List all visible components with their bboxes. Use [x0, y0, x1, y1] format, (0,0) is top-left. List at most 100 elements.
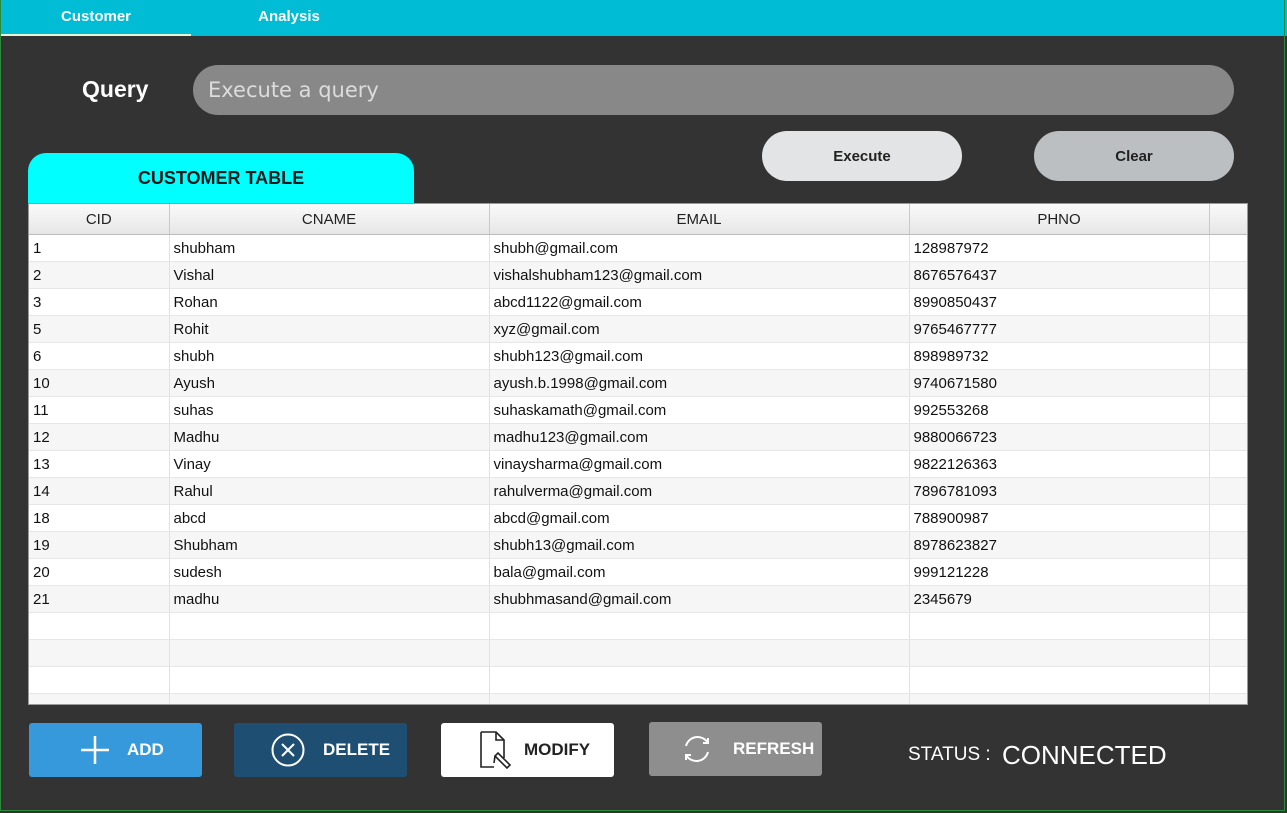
table-row[interactable]: 3 Rohan abcd1122@gmail.com 8990850437 [29, 288, 1247, 316]
column-header-cname[interactable]: CNAME [169, 204, 490, 235]
cell-filler [1209, 558, 1247, 586]
cell-cname: sudesh [169, 558, 490, 586]
cell-cname: Rohan [169, 288, 490, 316]
cell-filler [1209, 423, 1247, 451]
cell-email: shubhmasand@gmail.com [489, 585, 910, 613]
cell-cname: Rahul [169, 477, 490, 505]
table-row[interactable]: 5 Rohit xyz@gmail.com 9765467777 [29, 315, 1247, 343]
cell-email: rahulverma@gmail.com [489, 477, 910, 505]
cell-filler [1209, 504, 1247, 532]
cell-phno: 9765467777 [909, 315, 1210, 343]
table-row[interactable]: 19 Shubham shubh13@gmail.com 8978623827 [29, 531, 1247, 559]
table-row[interactable]: 1 shubham shubh@gmail.com 128987972 [29, 234, 1247, 262]
cell-filler [1209, 450, 1247, 478]
table-row-empty[interactable] [29, 666, 1247, 694]
delete-button[interactable]: DELETE [234, 723, 407, 777]
status-label: STATUS : [908, 744, 991, 765]
cell-cname [169, 693, 490, 704]
delete-button-label: DELETE [323, 740, 391, 759]
refresh-button-label: REFRESH [733, 739, 815, 758]
column-header-phno[interactable]: PHNO [909, 204, 1210, 235]
cell-email [489, 612, 910, 640]
cell-cid: 18 [29, 504, 170, 532]
status-value: CONNECTED [1002, 740, 1167, 770]
cell-phno: 992553268 [909, 396, 1210, 424]
table-row-empty[interactable] [29, 612, 1247, 640]
cell-cname: shubh [169, 342, 490, 370]
cell-cname: Shubham [169, 531, 490, 559]
cell-cid: 10 [29, 369, 170, 397]
table-row[interactable]: 11 suhas suhaskamath@gmail.com 992553268 [29, 396, 1247, 424]
table-row[interactable]: 6 shubh shubh123@gmail.com 898989732 [29, 342, 1247, 370]
cell-email: madhu123@gmail.com [489, 423, 910, 451]
document-edit-icon [478, 730, 512, 770]
column-header-filler [1209, 204, 1247, 235]
cell-cid [29, 639, 170, 667]
column-header-email[interactable]: EMAIL [489, 204, 910, 235]
refresh-icon [680, 732, 714, 766]
cell-phno: 128987972 [909, 234, 1210, 262]
cell-filler [1209, 585, 1247, 613]
cell-email: suhaskamath@gmail.com [489, 396, 910, 424]
table-row[interactable]: 12 Madhu madhu123@gmail.com 9880066723 [29, 423, 1247, 451]
table-header-row: CID CNAME EMAIL PHNO [29, 204, 1247, 235]
customer-table[interactable]: CID CNAME EMAIL PHNO 1 shubham shubh@gmail… [28, 203, 1248, 705]
query-input[interactable] [193, 65, 1234, 115]
table-row[interactable]: 14 Rahul rahulverma@gmail.com 7896781093 [29, 477, 1247, 505]
cell-filler [1209, 666, 1247, 694]
cell-cid: 14 [29, 477, 170, 505]
add-button[interactable]: ADD [29, 723, 202, 777]
cell-cid [29, 612, 170, 640]
execute-button[interactable]: Execute [762, 131, 962, 181]
cell-cname: shubham [169, 234, 490, 262]
cell-email: shubh123@gmail.com [489, 342, 910, 370]
tab-analysis[interactable]: Analysis [194, 0, 384, 36]
cell-cid: 12 [29, 423, 170, 451]
table-row-empty[interactable] [29, 693, 1247, 704]
cell-phno: 8990850437 [909, 288, 1210, 316]
cell-cname: suhas [169, 396, 490, 424]
top-tab-bar: Customer Analysis [0, 0, 1287, 36]
modify-button-label: MODIFY [524, 740, 591, 759]
cell-cid: 1 [29, 234, 170, 262]
table-row[interactable]: 10 Ayush ayush.b.1998@gmail.com 9740671580 [29, 369, 1247, 397]
column-header-cid[interactable]: CID [29, 204, 170, 235]
cell-filler [1209, 342, 1247, 370]
tab-customer[interactable]: Customer [1, 0, 191, 36]
cell-filler [1209, 288, 1247, 316]
table-row-empty[interactable] [29, 639, 1247, 667]
cell-filler [1209, 234, 1247, 262]
table-row[interactable]: 2 Vishal vishalshubham123@gmail.com 8676576… [29, 261, 1247, 289]
customer-table-title: CUSTOMER TABLE [28, 153, 414, 204]
cell-cid: 6 [29, 342, 170, 370]
cell-phno [909, 693, 1210, 704]
cell-cid: 3 [29, 288, 170, 316]
cell-email [489, 693, 910, 704]
cell-email: vinaysharma@gmail.com [489, 450, 910, 478]
cell-filler [1209, 396, 1247, 424]
cell-cname: Madhu [169, 423, 490, 451]
table-row[interactable]: 18 abcd abcd@gmail.com 788900987 [29, 504, 1247, 532]
modify-button[interactable]: MODIFY [441, 723, 614, 777]
table-row[interactable]: 20 sudesh bala@gmail.com 999121228 [29, 558, 1247, 586]
refresh-button[interactable]: REFRESH [649, 722, 822, 776]
cell-filler [1209, 612, 1247, 640]
cell-filler [1209, 315, 1247, 343]
cell-cname [169, 666, 490, 694]
cell-email: bala@gmail.com [489, 558, 910, 586]
cell-filler [1209, 369, 1247, 397]
clear-button[interactable]: Clear [1034, 131, 1234, 181]
cell-phno: 8676576437 [909, 261, 1210, 289]
cell-cid: 13 [29, 450, 170, 478]
cell-email: abcd1122@gmail.com [489, 288, 910, 316]
table-row[interactable]: 13 Vinay vinaysharma@gmail.com 9822126363 [29, 450, 1247, 478]
cell-filler [1209, 261, 1247, 289]
cell-email: xyz@gmail.com [489, 315, 910, 343]
cell-phno: 898989732 [909, 342, 1210, 370]
cell-cname: madhu [169, 585, 490, 613]
cell-cname: Rohit [169, 315, 490, 343]
cell-phno [909, 612, 1210, 640]
table-row[interactable]: 21 madhu shubhmasand@gmail.com 2345679 [29, 585, 1247, 613]
cell-phno [909, 666, 1210, 694]
cell-phno: 999121228 [909, 558, 1210, 586]
